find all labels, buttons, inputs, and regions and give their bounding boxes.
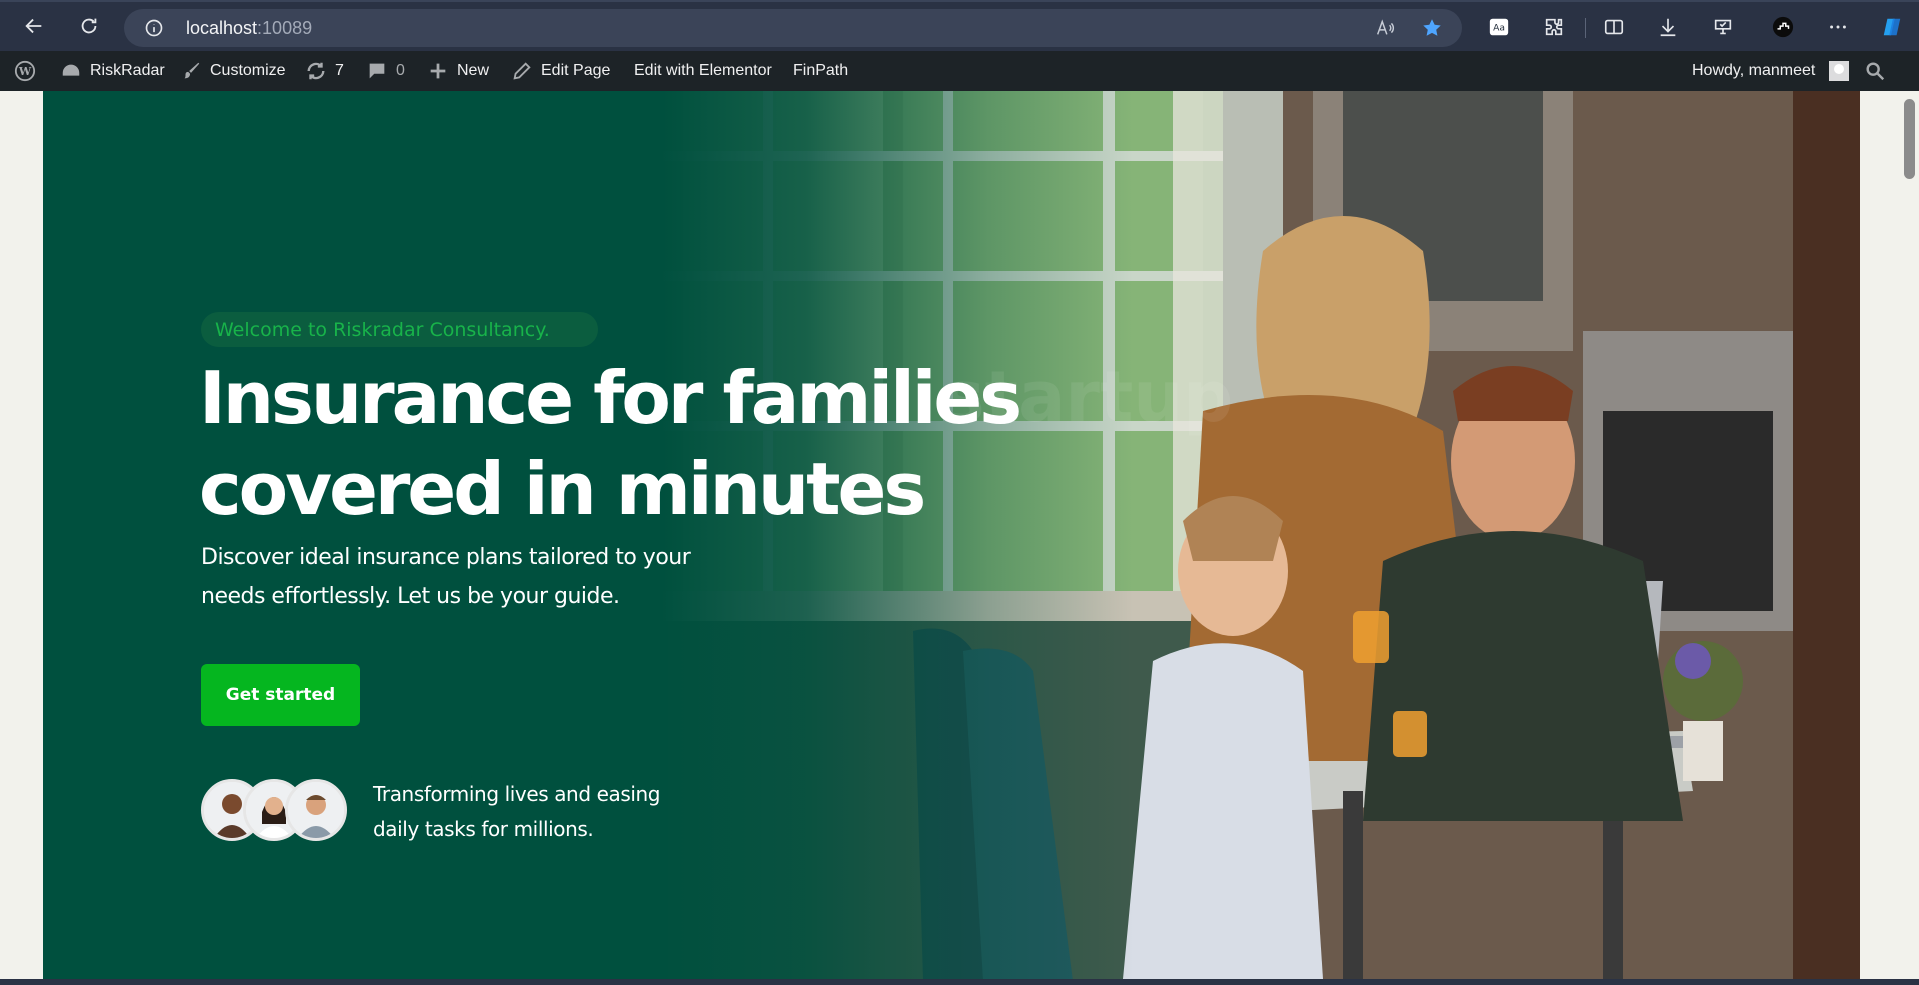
browser-toolbar: localhost:10089 Aa	[0, 0, 1919, 51]
paintbrush-icon	[180, 60, 202, 82]
back-icon	[25, 18, 42, 34]
favorite-star-icon[interactable]	[1421, 17, 1443, 39]
hero-title: Insurance for families covered in minute…	[199, 353, 1059, 535]
user-avatar	[1829, 61, 1850, 81]
howdy-label: Howdy, manmeet	[1692, 62, 1816, 79]
extensions-button[interactable]	[1539, 12, 1569, 42]
new-content-link[interactable]: New	[427, 51, 489, 91]
split-screen-button[interactable]	[1599, 12, 1629, 42]
downloads-icon	[1660, 18, 1676, 37]
finpath-label: FinPath	[793, 62, 849, 79]
updates-count: 7	[335, 62, 344, 79]
browser-essentials-button[interactable]	[1708, 12, 1738, 42]
copilot-button[interactable]	[1877, 12, 1907, 42]
updates-link[interactable]: 7	[305, 51, 344, 91]
scrollbar-thumb[interactable]	[1904, 99, 1915, 179]
customize-label: Customize	[210, 62, 286, 79]
immersive-reader-icon: Aa	[1489, 18, 1509, 36]
read-aloud-icon[interactable]	[1374, 17, 1396, 39]
edit-page-label: Edit Page	[541, 62, 611, 79]
welcome-text: Welcome to Riskradar Consultancy.	[215, 319, 550, 341]
downloads-button[interactable]	[1653, 12, 1683, 42]
url-text: localhost:10089	[186, 18, 313, 38]
browser-essentials-icon	[1714, 19, 1732, 35]
comments-count: 0	[396, 62, 405, 79]
trust-text: Transforming lives and easing daily task…	[373, 777, 693, 847]
site-name-label: RiskRadar	[90, 62, 165, 79]
svg-text:W: W	[18, 65, 32, 78]
window-bottom-edge	[0, 979, 1919, 985]
search-icon	[1864, 60, 1886, 82]
info-icon[interactable]	[144, 18, 164, 38]
pencil-icon	[511, 60, 533, 82]
more-button[interactable]	[1823, 12, 1853, 42]
admin-search-button[interactable]	[1864, 51, 1886, 91]
hero-section: Welcome to Riskradar Consultancy. startu…	[43, 91, 1860, 979]
scrollbar[interactable]	[1900, 91, 1919, 979]
dashboard-icon	[60, 60, 82, 82]
site-name-menu[interactable]: RiskRadar	[60, 51, 165, 91]
hero-title-line-1: Insurance for families	[199, 356, 1022, 440]
page-body: Welcome to Riskradar Consultancy. startu…	[0, 91, 1900, 979]
profile-button[interactable]	[1768, 12, 1798, 42]
get-started-button[interactable]: Get started	[201, 664, 360, 726]
svg-text:Aa: Aa	[1493, 23, 1505, 34]
toolbar-divider	[1585, 18, 1586, 38]
split-screen-icon	[1604, 19, 1624, 35]
hero-subtitle-line-2: needs effortlessly. Let us be your guide…	[201, 584, 620, 609]
address-bar[interactable]: localhost:10089	[124, 9, 1462, 47]
refresh-icon	[81, 18, 97, 34]
wp-admin-bar: W RiskRadar Customize 7 0 New Edit Page …	[0, 51, 1919, 91]
new-label: New	[457, 62, 490, 79]
edit-page-link[interactable]: Edit Page	[511, 51, 610, 91]
avatar	[285, 779, 347, 841]
wp-logo-menu[interactable]: W	[14, 51, 36, 91]
hero-title-line-2: covered in minutes	[199, 447, 926, 531]
account-menu[interactable]: Howdy, manmeet	[1692, 51, 1850, 91]
updates-icon	[305, 60, 327, 82]
trust-line-1: Transforming lives and easing	[373, 782, 661, 806]
edit-elementor-link[interactable]: Edit with Elementor	[634, 51, 772, 91]
plus-icon	[427, 60, 449, 82]
back-button[interactable]	[18, 10, 50, 42]
refresh-button[interactable]	[73, 10, 105, 42]
edit-elementor-label: Edit with Elementor	[634, 62, 772, 79]
more-icon	[1830, 25, 1846, 29]
trust-line-2: daily tasks for millions.	[373, 817, 594, 841]
hero-subtitle: Discover ideal insurance plans tailored …	[201, 538, 721, 616]
hero-overlay	[43, 91, 1860, 979]
finpath-link[interactable]: FinPath	[793, 51, 848, 91]
profile-icon	[1772, 16, 1794, 38]
customize-link[interactable]: Customize	[180, 51, 286, 91]
hero-subtitle-line-1: Discover ideal insurance plans tailored …	[201, 545, 691, 570]
customer-avatars	[201, 779, 351, 841]
wordpress-icon: W	[14, 60, 36, 82]
comment-icon	[366, 60, 388, 82]
comments-link[interactable]: 0	[366, 51, 405, 91]
extensions-icon	[1545, 18, 1563, 36]
immersive-reader-button[interactable]: Aa	[1484, 12, 1514, 42]
copilot-icon	[1883, 18, 1901, 36]
